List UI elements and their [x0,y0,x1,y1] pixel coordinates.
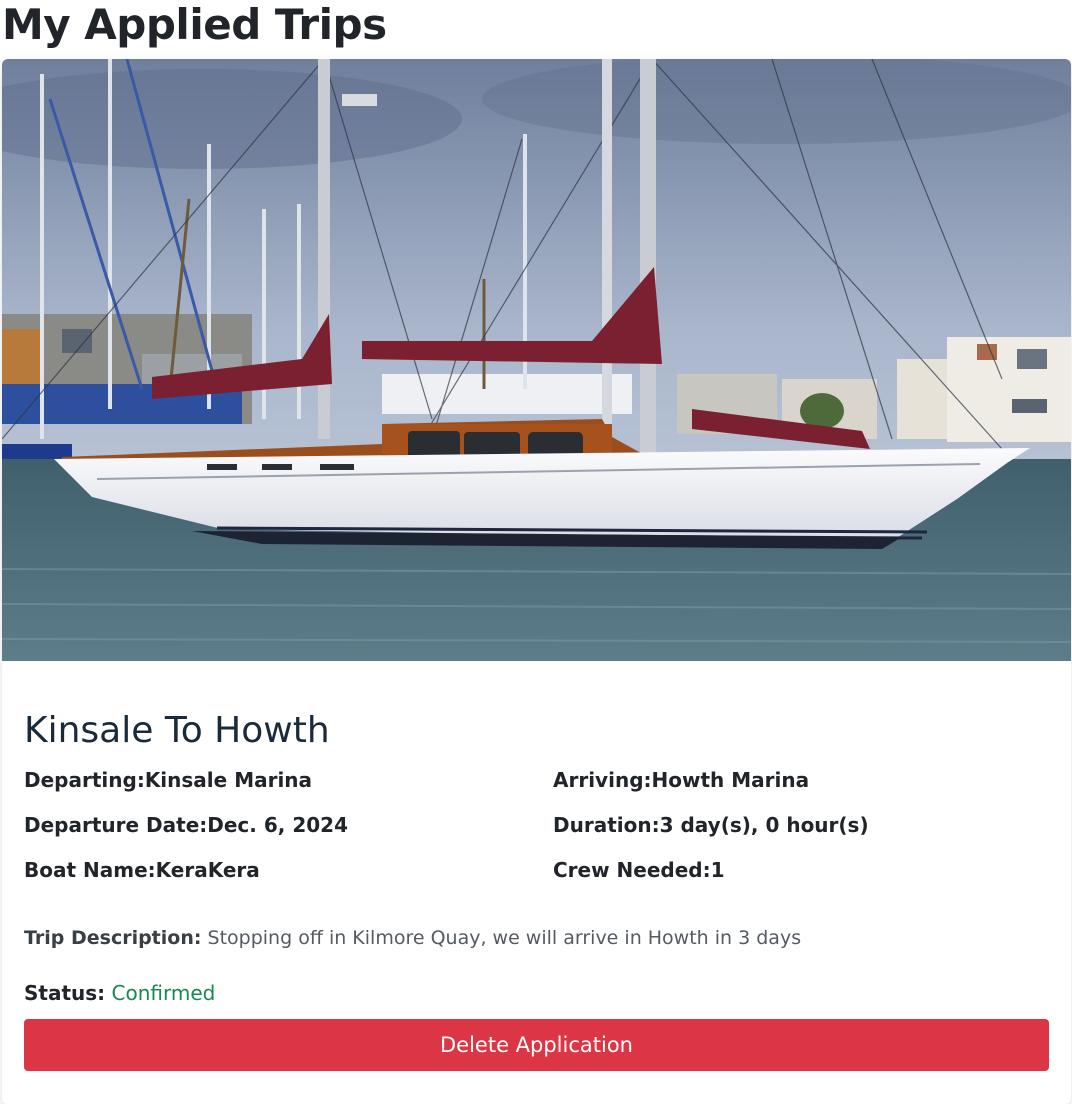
status-label: Status: [24,981,106,1005]
trip-description: Trip Description: Stopping off in Kilmor… [24,925,801,951]
crew-needed-label: Crew Needed: [553,858,711,882]
boat-photo [2,59,1071,661]
status-badge: Confirmed [111,981,216,1005]
crew-needed-field: Crew Needed:1 [553,857,725,883]
trip-description-label: Trip Description: [24,927,202,949]
boat-name-value: KeraKera [155,858,260,882]
arriving-value: Howth Marina [651,768,810,792]
delete-application-button[interactable]: Delete Application [24,1019,1049,1071]
departing-field: Departing:Kinsale Marina [24,767,312,793]
crew-needed-value: 1 [710,858,725,882]
departure-date-label: Departure Date: [24,813,208,837]
departure-date-field: Departure Date:Dec. 6, 2024 [24,812,348,838]
trip-card: Kinsale To Howth Departing:Kinsale Marin… [2,59,1071,1104]
trip-title: Kinsale To Howth [24,710,330,751]
boat-name-field: Boat Name:KeraKera [24,857,260,883]
departing-label: Departing: [24,768,145,792]
trip-description-text: Stopping off in Kilmore Quay, we will ar… [207,927,802,949]
boat-name-label: Boat Name: [24,858,156,882]
page-title: My Applied Trips [2,0,387,49]
status-row: Status: Confirmed [24,980,215,1006]
arriving-label: Arriving: [553,768,652,792]
departure-date-value: Dec. 6, 2024 [207,813,348,837]
duration-value: 3 day(s), 0 hour(s) [659,813,869,837]
duration-field: Duration:3 day(s), 0 hour(s) [553,812,869,838]
departing-value: Kinsale Marina [144,768,313,792]
arriving-field: Arriving:Howth Marina [553,767,809,793]
duration-label: Duration: [553,813,660,837]
